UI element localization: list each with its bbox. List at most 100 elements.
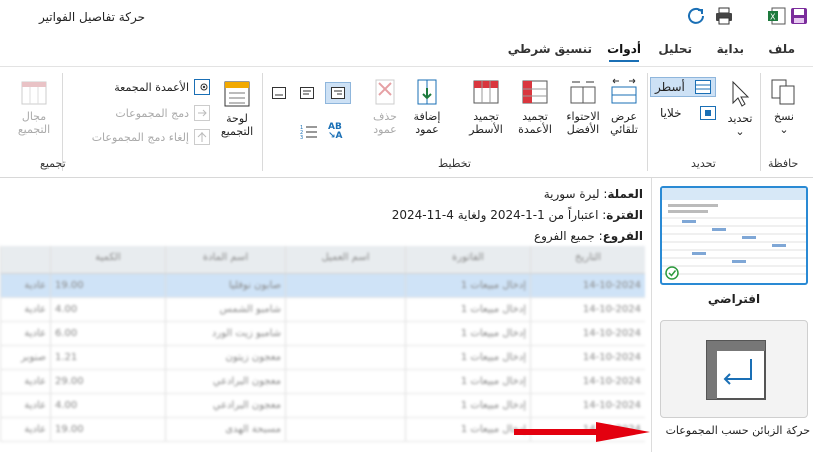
grid-column-header[interactable]: اسم المادة: [165, 246, 285, 273]
table-cell: عادية: [0, 322, 50, 345]
period-value: : اعتباراً من 1-1-2024 ولغاية 4-11-2024: [391, 208, 607, 222]
table-cell: صابون نوفليا: [165, 274, 285, 297]
add-column-button[interactable]: إضافة عمود: [408, 77, 446, 136]
table-row[interactable]: عادية 4.00 معجون البرادعي إدخال مبيعات 1 14-…: [0, 394, 645, 418]
table-row[interactable]: عادية 19.00 صابون نوفليا إدخال مبيعات 1 14-1…: [0, 274, 645, 298]
unmerge-groups-label: إلغاء دمج المجموعات: [91, 130, 189, 144]
align-right-button[interactable]: [325, 82, 351, 104]
best-fit-button[interactable]: الاحتواء الأفضل: [560, 77, 606, 136]
group-label-layout: تخطيط: [438, 157, 471, 170]
cells-toggle[interactable]: خلايا: [660, 103, 716, 123]
delete-column-button[interactable]: حذف عمود: [366, 77, 404, 136]
table-cell: إدخال مبيعات 1: [405, 274, 530, 297]
period-info: الفترة: اعتباراً من 1-1-2024 ولغاية 4-11…: [392, 208, 643, 222]
table-cell: عادية: [0, 370, 50, 393]
grid-column-header[interactable]: [0, 246, 50, 273]
window-title: حركة تفاصيل الفواتير: [39, 10, 145, 24]
table-row[interactable]: عادية 6.00 شامبو زيت الورد إدخال مبيعات 1 14…: [0, 322, 645, 346]
autofit-width-button[interactable]: عرض تلقائي: [604, 77, 644, 136]
group-range-button[interactable]: مجال التجميع: [14, 77, 54, 136]
table-cell: عادية: [0, 394, 50, 417]
grid-column-header[interactable]: التاريخ: [530, 246, 645, 273]
table-cell: إدخال مبيعات 1: [405, 322, 530, 345]
table-cell: 6.00: [50, 322, 165, 345]
excel-export-icon[interactable]: X: [767, 6, 787, 26]
select-button[interactable]: تحديد ⌄: [722, 79, 758, 138]
refresh-icon[interactable]: [686, 6, 706, 26]
tab-file[interactable]: ملف: [768, 42, 795, 56]
print-icon[interactable]: [714, 6, 734, 26]
table-cell: 19.00: [50, 274, 165, 297]
table-cell: 4.00: [50, 298, 165, 321]
tab-tools[interactable]: أدوات: [607, 42, 641, 62]
rows-toggle[interactable]: أسطر: [650, 77, 716, 97]
best-fit-icon: [570, 81, 596, 104]
align-center-button[interactable]: [297, 84, 317, 102]
currency-info: العملة: ليرة سورية: [544, 187, 643, 201]
table-cell: [285, 346, 405, 369]
table-cell: معجون زيتون: [165, 346, 285, 369]
freeze-columns-button[interactable]: تجميد الأعمدة: [512, 77, 558, 136]
tab-conditional-format[interactable]: تنسيق شرطي: [508, 42, 592, 56]
numbering-icon[interactable]: 123: [300, 123, 318, 141]
table-row[interactable]: صنوبر 1.21 معجون زيتون إدخال مبيعات 1 14-10-…: [0, 346, 645, 370]
table-cell: 14-10-2024: [530, 346, 645, 369]
tab-home[interactable]: بداية: [717, 42, 744, 56]
delete-column-icon: [375, 79, 395, 105]
branches-info: الفروع: جميع الفروع: [534, 229, 643, 243]
grid-column-header[interactable]: اسم العميل: [285, 246, 405, 273]
chevron-down-icon: ⌄: [735, 125, 745, 138]
svg-text:3: 3: [300, 135, 303, 141]
default-layout-thumbnail[interactable]: [660, 186, 808, 285]
table-cell: [285, 274, 405, 297]
table-cell: 14-10-2024: [530, 370, 645, 393]
table-row[interactable]: عادية 29.00 معجون البرادعي إدخال مبيعات 1 14…: [0, 370, 645, 394]
currency-value: : ليرة سورية: [543, 187, 608, 201]
table-cell: [285, 298, 405, 321]
table-cell: شامبو زيت الورد: [165, 322, 285, 345]
table-cell: 1.21: [50, 346, 165, 369]
ribbon-tabs: ملف بداية تحليل أدوات تنسيق شرطي: [0, 40, 813, 66]
align-right-icon: [331, 87, 345, 99]
pointer-icon: [732, 80, 750, 107]
table-cell: مسبحة الهدى: [165, 418, 285, 441]
table-cell: معجون البرادعي: [165, 370, 285, 393]
default-layout-label: افتراضي: [707, 292, 761, 306]
rows-icon: [695, 80, 711, 94]
branches-label: الفروع: [602, 229, 643, 243]
unmerge-groups-button[interactable]: إلغاء دمج المجموعات: [76, 129, 210, 145]
table-cell: 29.00: [50, 370, 165, 393]
grid-body: عادية 19.00 صابون نوفليا إدخال مبيعات 1 14-1…: [0, 274, 645, 442]
align-left-button[interactable]: [269, 84, 289, 102]
grouped-columns-label: الأعمدة المجمعة: [114, 80, 189, 94]
annotation-arrow-icon: [514, 422, 650, 442]
unmerge-groups-icon: [194, 129, 210, 145]
autofit-width-label: عرض تلقائي: [610, 110, 638, 136]
grid-column-header[interactable]: الكمية: [50, 246, 165, 273]
customers-by-groups-layout[interactable]: [660, 320, 808, 418]
group-panel-button[interactable]: لوحة التجميع: [217, 79, 257, 138]
table-cell: شامبو الشمس: [165, 298, 285, 321]
table-cell: 14-10-2024: [530, 394, 645, 417]
save-icon[interactable]: [789, 6, 809, 26]
grouped-columns-icon: [194, 79, 210, 95]
autofit-icon: [611, 78, 637, 104]
text-direction-icon[interactable]: AB ↘A: [328, 123, 343, 141]
copy-button[interactable]: نسخ ⌄: [766, 77, 802, 136]
period-label: الفترة: [606, 208, 643, 222]
freeze-columns-label: تجميد الأعمدة: [518, 110, 552, 136]
grouped-columns-button[interactable]: الأعمدة المجمعة: [98, 79, 210, 95]
rows-label: أسطر: [655, 80, 685, 94]
freeze-rows-button[interactable]: تجميد الأسطر: [463, 77, 509, 136]
tab-analysis[interactable]: تحليل: [658, 42, 692, 56]
cells-label: خلايا: [660, 106, 682, 120]
table-cell: عادية: [0, 298, 50, 321]
table-cell: 14-10-2024: [530, 274, 645, 297]
table-row[interactable]: عادية 4.00 شامبو الشمس إدخال مبيعات 1 14-10-…: [0, 298, 645, 322]
add-column-label: إضافة عمود: [413, 110, 441, 136]
merge-groups-button[interactable]: دمج المجموعات: [98, 105, 210, 121]
table-cell: معجون البرادعي: [165, 394, 285, 417]
table-cell: صنوبر: [0, 346, 50, 369]
freeze-columns-icon: [522, 80, 548, 104]
grid-column-header[interactable]: الفاتورة: [405, 246, 530, 273]
